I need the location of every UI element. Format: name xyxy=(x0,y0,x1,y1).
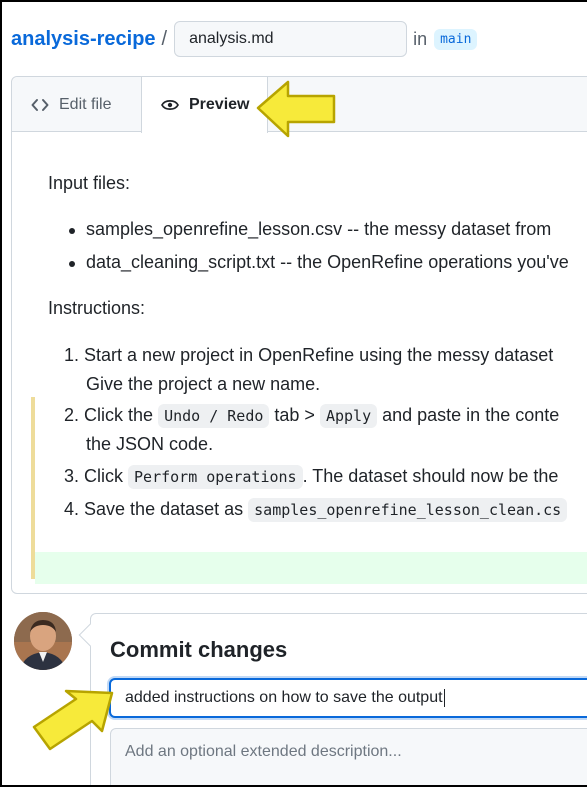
added-line-highlight xyxy=(35,552,587,584)
step-text: tab > xyxy=(269,405,320,425)
filename-input[interactable]: analysis.md xyxy=(174,21,408,57)
list-item: 2. Click the Undo / Redo tab > Apply and… xyxy=(64,404,560,428)
tab-edit-file-label: Edit file xyxy=(59,95,112,113)
file-editor: Edit file Preview Input files: samples_o… xyxy=(11,76,587,594)
step-text: Start a new project in OpenRefine using … xyxy=(84,345,554,365)
step-text: and paste in the conte xyxy=(377,405,560,425)
inline-code: Undo / Redo xyxy=(158,404,270,428)
code-icon xyxy=(31,98,49,112)
list-item: data_cleaning_script.txt -- the OpenRefi… xyxy=(69,252,569,273)
inline-code: Apply xyxy=(319,404,378,428)
inline-code: samples_openrefine_lesson_clean.cs xyxy=(248,498,568,522)
annotation-arrow-icon xyxy=(32,689,114,751)
in-label: in xyxy=(413,28,428,49)
tab-preview-label: Preview xyxy=(189,96,250,113)
step-number: 3. xyxy=(64,466,80,486)
step-number: 2. xyxy=(64,405,80,425)
list-item: 3. Click Perform operations. The dataset… xyxy=(64,465,559,489)
step-text: Click the xyxy=(84,405,159,425)
bullet xyxy=(69,261,75,267)
repo-link[interactable]: analysis-recipe xyxy=(11,28,156,51)
eye-icon xyxy=(161,98,179,112)
breadcrumb-separator: / xyxy=(161,27,168,50)
tab-preview[interactable]: Preview xyxy=(141,77,268,133)
step-text: Save the dataset as xyxy=(84,499,249,519)
commit-message-input[interactable]: added instructions on how to save the ou… xyxy=(109,678,587,718)
list-item: samples_openrefine_lesson.csv -- the mes… xyxy=(69,219,552,240)
step-number: 1. xyxy=(64,345,80,365)
input-file-text: data_cleaning_script.txt -- the OpenRefi… xyxy=(86,252,569,272)
breadcrumb: analysis-recipe / analysis.md in main xyxy=(11,20,478,58)
commit-title: Commit changes xyxy=(110,637,288,662)
instructions-heading: Instructions: xyxy=(48,298,146,318)
tab-edit-file[interactable]: Edit file xyxy=(12,77,141,132)
step-text: Click xyxy=(84,466,129,486)
bullet xyxy=(69,228,75,234)
annotation-arrow-icon xyxy=(256,80,336,138)
step-continuation: the JSON code. xyxy=(86,434,214,454)
markdown-preview: Input files: samples_openrefine_lesson.c… xyxy=(12,133,587,593)
screenshot-frame: analysis-recipe / analysis.md in main Ed… xyxy=(0,0,587,787)
inline-code: Perform operations xyxy=(128,465,303,489)
branch-badge[interactable]: main xyxy=(434,28,478,50)
input-file-text: samples_openrefine_lesson.csv -- the mes… xyxy=(86,219,552,239)
list-item: 1. Start a new project in OpenRefine usi… xyxy=(64,345,553,366)
input-files-heading: Input files: xyxy=(48,173,131,193)
step-continuation: Give the project a new name. xyxy=(86,374,321,394)
commit-description-textarea[interactable]: Add an optional extended description... xyxy=(110,728,587,785)
step-text: . The dataset should now be the xyxy=(302,466,559,486)
list-item: 4. Save the dataset as samples_openrefin… xyxy=(64,498,568,522)
commit-message-value: added instructions on how to save the ou… xyxy=(125,689,443,706)
avatar xyxy=(14,612,72,670)
text-cursor xyxy=(443,689,445,707)
step-number: 4. xyxy=(64,499,80,519)
